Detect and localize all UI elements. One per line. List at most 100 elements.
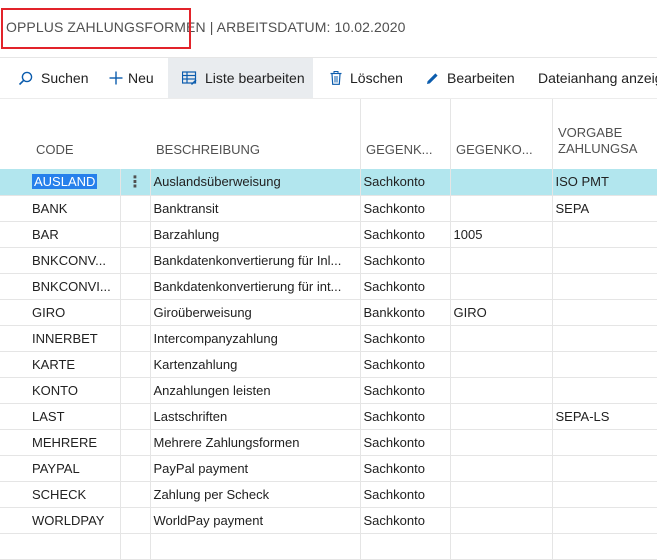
more-options-icon[interactable]: ⋮: [127, 174, 143, 191]
cell-counter-type[interactable]: Sachkonto: [360, 455, 451, 482]
cell-description[interactable]: Barzahlung: [150, 221, 361, 248]
cell-counter-type[interactable]: Sachkonto: [360, 507, 451, 534]
cell-default-payment[interactable]: [552, 299, 657, 326]
table-row[interactable]: KONTO Anzahlungen leisten Sachkonto: [0, 377, 657, 404]
cell-default-payment[interactable]: SEPA: [552, 195, 657, 222]
cell-description[interactable]: Lastschriften: [150, 403, 361, 430]
cell-counter-no[interactable]: [450, 169, 553, 196]
table-row[interactable]: INNERBET Intercompanyzahlung Sachkonto: [0, 325, 657, 352]
table-row[interactable]: KARTE Kartenzahlung Sachkonto: [0, 351, 657, 378]
cell-counter-no[interactable]: [450, 247, 553, 274]
edit-list-button[interactable]: Liste bearbeiten: [168, 58, 313, 98]
edit-list-label: Liste bearbeiten: [205, 70, 305, 86]
cell-counter-no[interactable]: [450, 455, 553, 482]
table-row[interactable]: AUSLAND ⋮ Auslandsüberweisung Sachkonto ISO …: [0, 169, 657, 196]
cell-description[interactable]: Bankdatenkonvertierung für Inl...: [150, 247, 361, 274]
cell-counter-no[interactable]: [450, 351, 553, 378]
cell-description[interactable]: Intercompanyzahlung: [150, 325, 361, 352]
cell-code[interactable]: BAR: [30, 221, 121, 248]
table-row[interactable]: MEHRERE Mehrere Zahlungsformen Sachkonto: [0, 429, 657, 456]
column-header-counter-type[interactable]: GEGENK...: [366, 142, 432, 158]
delete-button[interactable]: Löschen: [330, 58, 403, 98]
table-row[interactable]: PAYPAL PayPal payment Sachkonto: [0, 455, 657, 482]
cell-counter-no[interactable]: [450, 377, 553, 404]
cell-code[interactable]: MEHRERE: [30, 429, 121, 456]
cell-description[interactable]: Mehrere Zahlungsformen: [150, 429, 361, 456]
cell-counter-type[interactable]: Sachkonto: [360, 221, 451, 248]
table-row[interactable]: BNKCONVI... Bankdatenkonvertierung für in…: [0, 273, 657, 300]
cell-description[interactable]: Auslandsüberweisung: [150, 169, 361, 196]
table-row[interactable]: GIRO Giroüberweisung Bankkonto GIRO: [0, 299, 657, 326]
empty-cell: [360, 533, 451, 560]
cell-default-payment[interactable]: [552, 429, 657, 456]
column-header-default-payment[interactable]: VORGABE ZAHLUNGSA: [558, 125, 637, 157]
cell-counter-no[interactable]: [450, 481, 553, 508]
cell-default-payment[interactable]: [552, 481, 657, 508]
cell-counter-type[interactable]: Sachkonto: [360, 403, 451, 430]
cell-counter-type[interactable]: Sachkonto: [360, 377, 451, 404]
cell-counter-no[interactable]: [450, 429, 553, 456]
cell-description[interactable]: WorldPay payment: [150, 507, 361, 534]
cell-counter-type[interactable]: Bankkonto: [360, 299, 451, 326]
cell-default-payment[interactable]: [552, 455, 657, 482]
column-header-code[interactable]: CODE: [36, 142, 74, 158]
column-header-counter-no[interactable]: GEGENKO...: [456, 142, 533, 158]
new-button[interactable]: Neu: [109, 58, 154, 98]
cell-code[interactable]: INNERBET: [30, 325, 121, 352]
cell-code[interactable]: BANK: [30, 195, 121, 222]
cell-default-payment[interactable]: [552, 247, 657, 274]
cell-counter-type[interactable]: Sachkonto: [360, 195, 451, 222]
cell-code[interactable]: WORLDPAY: [30, 507, 121, 534]
cell-description[interactable]: Banktransit: [150, 195, 361, 222]
table-row[interactable]: WORLDPAY WorldPay payment Sachkonto: [0, 507, 657, 534]
cell-counter-type[interactable]: Sachkonto: [360, 247, 451, 274]
cell-code[interactable]: KONTO: [30, 377, 121, 404]
cell-counter-type[interactable]: Sachkonto: [360, 351, 451, 378]
column-header-description[interactable]: BESCHREIBUNG: [156, 142, 260, 158]
cell-default-payment[interactable]: [552, 351, 657, 378]
cell-description[interactable]: PayPal payment: [150, 455, 361, 482]
cell-description[interactable]: Anzahlungen leisten: [150, 377, 361, 404]
cell-counter-type[interactable]: Sachkonto: [360, 429, 451, 456]
table-row[interactable]: SCHECK Zahlung per Scheck Sachkonto: [0, 481, 657, 508]
cell-code[interactable]: SCHECK: [30, 481, 121, 508]
cell-counter-no[interactable]: [450, 403, 553, 430]
cell-counter-type[interactable]: Sachkonto: [360, 169, 451, 196]
cell-description[interactable]: Kartenzahlung: [150, 351, 361, 378]
cell-default-payment[interactable]: ISO PMT: [552, 169, 657, 196]
table-row[interactable]: LAST Lastschriften Sachkonto SEPA-LS: [0, 403, 657, 430]
cell-code[interactable]: LAST: [30, 403, 121, 430]
cell-counter-no[interactable]: [450, 195, 553, 222]
row-actions[interactable]: ⋮: [120, 169, 151, 196]
cell-default-payment[interactable]: [552, 325, 657, 352]
edit-button[interactable]: Bearbeiten: [426, 58, 515, 98]
cell-counter-no[interactable]: [450, 507, 553, 534]
cell-default-payment[interactable]: [552, 377, 657, 404]
cell-code[interactable]: GIRO: [30, 299, 121, 326]
cell-description[interactable]: Bankdatenkonvertierung für int...: [150, 273, 361, 300]
cell-code[interactable]: AUSLAND: [30, 169, 121, 196]
table-row[interactable]: BNKCONV... Bankdatenkonvertierung für Inl…: [0, 247, 657, 274]
cell-counter-type[interactable]: Sachkonto: [360, 481, 451, 508]
row-gutter: [0, 247, 30, 274]
cell-default-payment[interactable]: [552, 273, 657, 300]
cell-counter-type[interactable]: Sachkonto: [360, 273, 451, 300]
cell-code[interactable]: PAYPAL: [30, 455, 121, 482]
cell-counter-no[interactable]: [450, 325, 553, 352]
cell-code[interactable]: KARTE: [30, 351, 121, 378]
cell-default-payment[interactable]: [552, 507, 657, 534]
cell-counter-no[interactable]: [450, 273, 553, 300]
cell-description[interactable]: Zahlung per Scheck: [150, 481, 361, 508]
table-row[interactable]: BAR Barzahlung Sachkonto 1005: [0, 221, 657, 248]
cell-default-payment[interactable]: SEPA-LS: [552, 403, 657, 430]
show-attachment-button[interactable]: Dateianhang anzeig: [538, 58, 657, 98]
table-row[interactable]: BANK Banktransit Sachkonto SEPA: [0, 195, 657, 222]
cell-description[interactable]: Giroüberweisung: [150, 299, 361, 326]
search-button[interactable]: Suchen: [18, 58, 88, 98]
cell-code[interactable]: BNKCONV...: [30, 247, 121, 274]
cell-default-payment[interactable]: [552, 221, 657, 248]
cell-counter-type[interactable]: Sachkonto: [360, 325, 451, 352]
cell-code[interactable]: BNKCONVI...: [30, 273, 121, 300]
cell-counter-no[interactable]: 1005: [450, 221, 553, 248]
cell-counter-no[interactable]: GIRO: [450, 299, 553, 326]
